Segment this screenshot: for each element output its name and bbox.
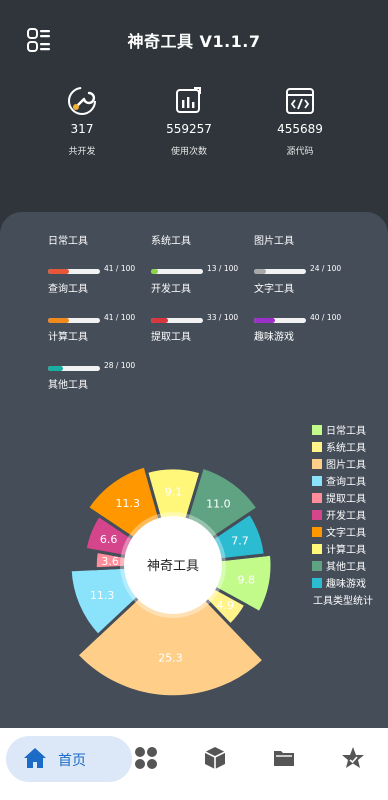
legend-swatch: [312, 425, 322, 435]
legend-swatch: [312, 561, 322, 571]
progress-fill: [48, 366, 63, 371]
slice-value-label: 7.7: [231, 535, 249, 548]
tool-label[interactable]: 计算工具: [48, 328, 88, 343]
legend-item[interactable]: 查询工具: [312, 473, 366, 490]
legend-item[interactable]: 计算工具: [312, 541, 366, 558]
legend-item[interactable]: 系统工具: [312, 439, 366, 456]
legend-swatch: [312, 476, 322, 486]
progress-fill: [254, 318, 275, 323]
category-header: 系统工具: [151, 236, 191, 247]
nav-home-label[interactable]: 首页: [58, 750, 86, 770]
legend-swatch: [312, 493, 322, 503]
slice-value-label: 9.8: [238, 574, 256, 587]
stat-developed: 317 共开发: [27, 84, 137, 157]
legend-swatch: [312, 510, 322, 520]
legend-swatch: [312, 442, 322, 452]
slice-value-label: 11.3: [116, 497, 141, 510]
progress-fill: [254, 269, 267, 274]
progress-value: 24 / 100: [310, 264, 342, 273]
stat-label: 使用次数: [170, 147, 207, 157]
category-header: 日常工具: [48, 236, 88, 247]
legend-label: 趣味游戏: [326, 579, 366, 590]
code-window-icon: [286, 88, 314, 114]
wrench-icon: [68, 87, 96, 115]
tool-label[interactable]: 其他工具: [48, 376, 88, 391]
stat-source: 455689 源代码: [245, 84, 355, 157]
legend-item[interactable]: 其他工具: [312, 558, 366, 575]
legend-label: 提取工具: [326, 494, 366, 505]
legend-title: 工具类型统计: [313, 596, 373, 607]
slice-value-label: 3.6: [101, 555, 119, 568]
legend-item[interactable]: 提取工具: [312, 490, 366, 507]
slice-value-label: 11.0: [206, 498, 231, 511]
stat-label: 共开发: [68, 147, 96, 157]
progress-value: 28 / 100: [104, 361, 136, 370]
legend-label: 图片工具: [326, 460, 366, 471]
legend-item[interactable]: 日常工具: [312, 422, 366, 439]
progress-value: 41 / 100: [104, 264, 136, 273]
slice-value-label: 9.1: [165, 485, 183, 498]
progress-fill: [48, 269, 70, 274]
category-header: 图片工具: [254, 236, 294, 247]
progress-value: 33 / 100: [207, 313, 239, 322]
stat-label: 源代码: [286, 147, 314, 157]
legend-label: 查询工具: [326, 477, 366, 488]
legend-item[interactable]: 开发工具: [312, 507, 366, 524]
tool-type-pie-chart: 9.84.9 25.3 11.3 3.6 6.6 11.3 9.1 11.0 7.7 神奇工具: [68, 464, 274, 699]
legend-item[interactable]: 文字工具: [312, 524, 366, 541]
stat-value: 317: [70, 122, 94, 136]
legend-label: 其他工具: [326, 562, 366, 573]
legend-label: 系统工具: [326, 443, 366, 454]
progress-value: 40 / 100: [310, 313, 342, 322]
cube-icon[interactable]: [202, 745, 228, 771]
legend-swatch: [312, 544, 322, 554]
legend-swatch: [312, 578, 322, 588]
slice-value-label: 11.3: [90, 589, 115, 602]
legend-label: 文字工具: [326, 528, 366, 539]
legend-label: 日常工具: [326, 426, 366, 437]
tool-label[interactable]: 查询工具: [48, 280, 88, 295]
slice-value-label: 4.9: [217, 599, 235, 612]
progress-fill: [151, 269, 158, 274]
progress-value: 41 / 100: [104, 313, 136, 322]
legend-swatch: [312, 527, 322, 537]
apps-grid-icon[interactable]: [133, 745, 159, 771]
bar-chart-icon: [176, 87, 201, 113]
tool-label[interactable]: 提取工具: [151, 328, 191, 343]
tool-label[interactable]: 开发工具: [151, 280, 191, 295]
legend-label: 计算工具: [326, 545, 366, 556]
stat-usage: 559257 使用次数: [134, 84, 244, 157]
folder-icon[interactable]: [271, 745, 297, 771]
legend-swatch: [312, 459, 322, 469]
legend-label: 开发工具: [326, 511, 366, 522]
chart-center-label: 神奇工具: [147, 558, 199, 574]
slice-value-label: 6.6: [100, 533, 118, 546]
tool-label[interactable]: 文字工具: [254, 280, 294, 295]
stat-value: 455689: [277, 122, 323, 136]
slice-value-label: 25.3: [158, 652, 183, 665]
stat-value: 559257: [166, 122, 212, 136]
legend-item[interactable]: 图片工具: [312, 456, 366, 473]
home-icon[interactable]: [22, 746, 48, 770]
app-title: 神奇工具 V1.1.7: [127, 32, 261, 51]
progress-fill: [48, 318, 70, 323]
tool-label[interactable]: 趣味游戏: [254, 328, 294, 343]
legend-item[interactable]: 趣味游戏: [312, 575, 366, 592]
progress-fill: [151, 318, 169, 323]
progress-value: 13 / 100: [207, 264, 239, 273]
star-icon[interactable]: [340, 745, 366, 771]
